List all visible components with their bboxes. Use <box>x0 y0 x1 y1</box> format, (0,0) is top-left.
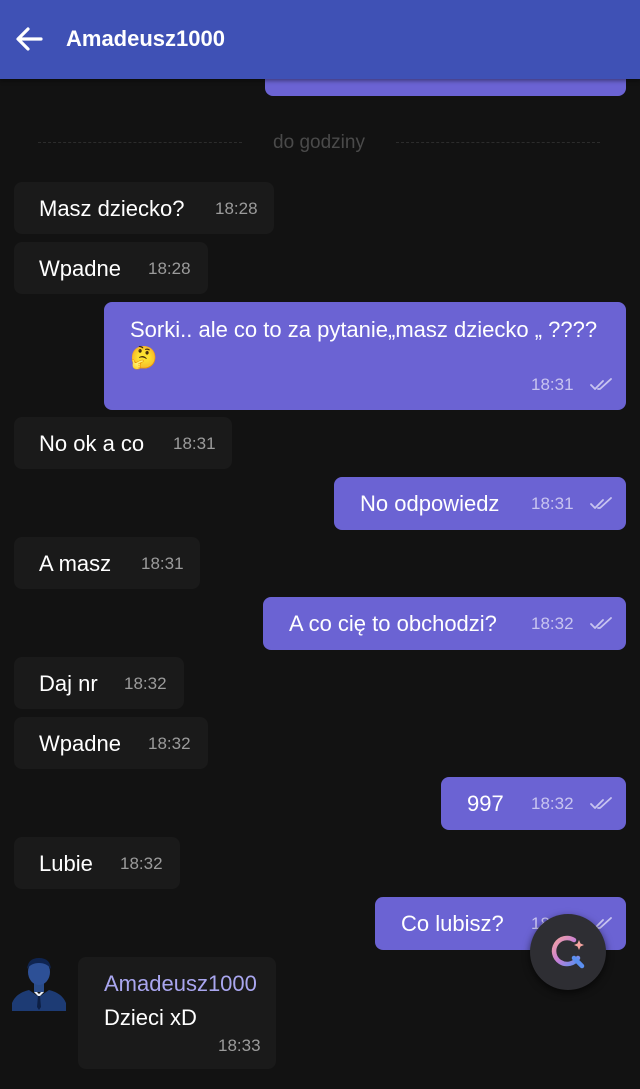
message-time: 18:32 <box>531 794 574 813</box>
message-time: 18:32 <box>148 734 191 753</box>
message-time: 18:31 <box>531 375 574 394</box>
message-text: Daj nr <box>39 671 98 696</box>
message-text: Lubie <box>39 851 93 876</box>
message-time: 18:31 <box>173 434 216 453</box>
separator-label: do godziny <box>273 132 365 153</box>
message-sender-name[interactable]: Amadeusz1000 <box>104 971 257 997</box>
message-bubble-incoming[interactable]: Daj nr 18:32 <box>14 657 184 709</box>
read-receipt-icon <box>590 497 612 509</box>
message-text: 997 <box>467 791 504 816</box>
message-bubble-incoming[interactable]: Masz dziecko? 18:28 <box>14 182 274 234</box>
message-bubble-incoming[interactable]: Wpadne 18:28 <box>14 242 208 294</box>
arrow-left-icon <box>16 27 43 51</box>
assistant-fab-button[interactable] <box>530 914 606 990</box>
message-bubble-incoming[interactable]: A masz 18:31 <box>14 537 200 589</box>
read-receipt-icon <box>590 797 612 809</box>
read-receipt-icon <box>590 617 612 629</box>
message-text: No odpowiedz <box>360 491 500 516</box>
message-bubble-incoming[interactable]: Lubie 18:32 <box>14 837 180 889</box>
message-text: Co lubisz? <box>401 911 504 936</box>
message-time: 18:32 <box>531 614 574 633</box>
message-time: 18:28 <box>215 199 258 218</box>
message-text: Wpadne <box>39 731 121 756</box>
separator-line-right <box>396 142 600 143</box>
message-time: 18:32 <box>120 854 163 873</box>
message-bubble-outgoing[interactable]: A co cię to obchodzi? 18:32 <box>263 597 626 650</box>
message-text: A co cię to obchodzi? <box>289 611 497 636</box>
message-text: No ok a co <box>39 431 145 456</box>
message-text-content: Sorki.. ale co to za pytanie„masz dzieck… <box>130 317 598 342</box>
message-time: 18:31 <box>141 554 184 573</box>
read-receipt-icon <box>590 378 612 390</box>
message-time: 18:33 <box>218 1036 261 1055</box>
message-bubble-incoming[interactable]: Amadeusz1000 Dzieci xD 18:33 <box>78 957 276 1069</box>
message-time: 18:32 <box>124 674 167 693</box>
date-separator: do godziny <box>38 130 600 156</box>
thinking-emoji: 🤔 <box>130 345 158 370</box>
message-time: 18:31 <box>531 494 574 513</box>
message-bubble-outgoing[interactable]: Sorki.. ale co to za pytanie„masz dzieck… <box>104 302 626 410</box>
message-text: Dzieci xD <box>104 1005 197 1030</box>
message-text: Wpadne <box>39 256 121 281</box>
assistant-search-icon <box>551 935 585 969</box>
message-bubble-outgoing[interactable]: 997 18:32 <box>441 777 626 830</box>
message-bubble-incoming[interactable]: Wpadne 18:32 <box>14 717 208 769</box>
user-avatar-icon <box>12 958 66 1011</box>
message-text: Masz dziecko? <box>39 196 185 221</box>
chat-header: Amadeusz1000 <box>0 0 640 79</box>
message-time: 18:28 <box>148 259 191 278</box>
message-bubble-outgoing[interactable]: No odpowiedz 18:31 <box>334 477 626 530</box>
message-text: A masz <box>39 551 112 576</box>
chat-title: Amadeusz1000 <box>66 26 225 51</box>
message-bubble-incoming[interactable]: No ok a co 18:31 <box>14 417 232 469</box>
message-text: Sorki.. ale co to za pytanie„masz dzieck… <box>130 316 610 372</box>
sender-avatar[interactable] <box>12 955 66 1011</box>
back-button[interactable] <box>14 24 50 56</box>
